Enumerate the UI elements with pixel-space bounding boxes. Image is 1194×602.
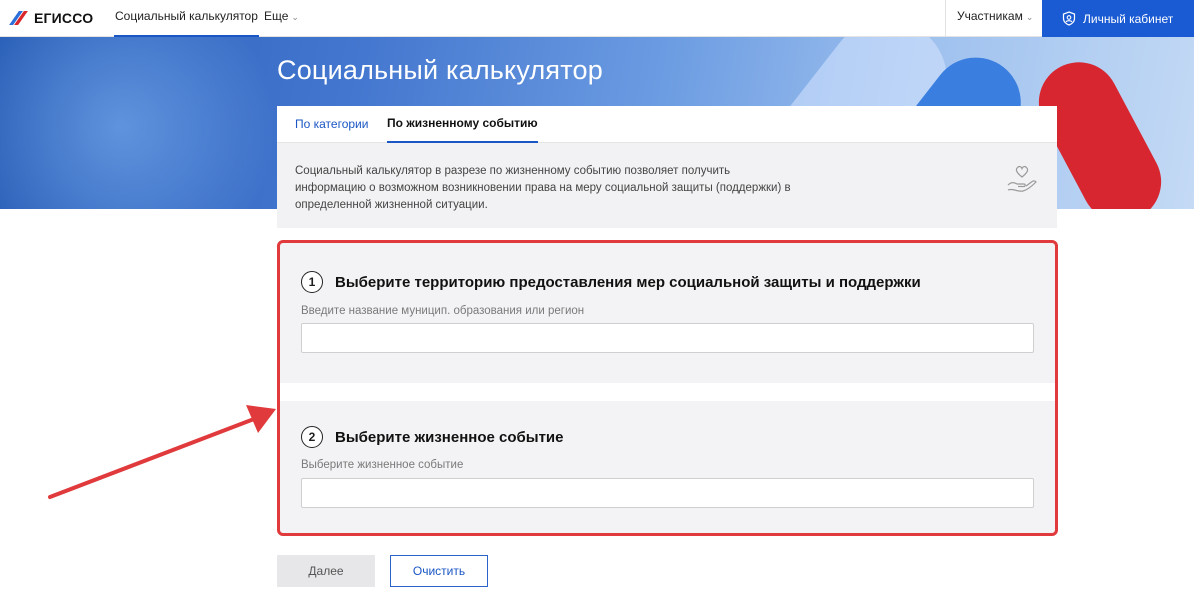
chevron-down-icon: ⌄ [291,12,299,22]
life-event-label: Выберите жизненное событие [301,459,464,471]
heart-hand-icon [1007,165,1037,192]
personal-cabinet-label: Личный кабинет [1083,11,1174,26]
logo-text: ЕГИССО [34,10,94,26]
section-divider [280,383,1055,401]
territory-input[interactable] [301,323,1034,353]
info-text: Социальный калькулятор в разрезе по жизн… [295,165,791,211]
nav-social-calculator[interactable]: Социальный калькулятор [114,0,259,37]
step-2-header: 2 Выберите жизненное событие [301,426,564,448]
life-event-input[interactable] [301,478,1034,508]
nav-more[interactable]: Еще ⌄ [264,0,299,37]
step-number: 1 [301,271,323,293]
nav-more-label: Еще [264,9,289,23]
calculator-tabs: По категории По жизненному событию [277,106,1057,143]
clear-button[interactable]: Очистить [390,555,488,587]
territory-label: Введите название муницип. образования ил… [301,305,585,317]
step-1-header: 1 Выберите территорию предоставления мер… [301,271,921,293]
tab-by-category[interactable]: По категории [295,106,368,143]
tab-by-life-event[interactable]: По жизненному событию [387,106,538,143]
logo-mark-icon [8,10,28,26]
next-button[interactable]: Далее [277,555,375,587]
selection-form: 1 Выберите территорию предоставления мер… [277,240,1058,536]
top-navbar: ЕГИССО Социальный калькулятор Еще ⌄ Участ… [0,0,1194,37]
logo[interactable]: ЕГИССО [8,8,93,28]
nav-participants-label: Участникам [957,9,1023,23]
step-title: Выберите территорию предоставления мер с… [335,273,921,291]
chevron-down-icon: ⌄ [1025,12,1034,22]
personal-cabinet-button[interactable]: Личный кабинет [1042,0,1194,37]
step-title: Выберите жизненное событие [335,428,564,446]
shield-user-icon [1062,11,1076,26]
info-card: Социальный калькулятор в разрезе по жизн… [277,143,1057,228]
step-number: 2 [301,426,323,448]
nav-participants[interactable]: Участникам ⌄ [945,0,1042,37]
page-title: Социальный калькулятор [277,55,603,85]
